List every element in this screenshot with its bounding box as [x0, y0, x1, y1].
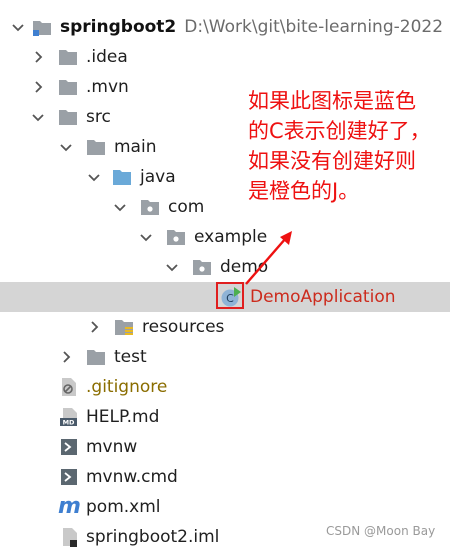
tree-row-example[interactable]: example: [0, 222, 450, 252]
project-path: D:\Work\git\bite-learning-2022: [184, 17, 444, 37]
chevron-down-icon[interactable]: [30, 109, 46, 125]
tree-label-demo: demo: [220, 257, 269, 277]
tree-label-mvnw-cmd: mvnw.cmd: [86, 467, 178, 487]
module-file-icon: [63, 528, 77, 547]
folder-icon: [87, 140, 105, 155]
tree-label-example: example: [194, 227, 268, 247]
package-icon: [167, 230, 185, 245]
tree-label-gitignore: .gitignore: [86, 377, 168, 397]
tree-row-idea[interactable]: .idea: [0, 42, 450, 72]
tree-label-mvnw: mvnw: [86, 437, 138, 457]
tree-label-pom: pom.xml: [86, 497, 161, 517]
chevron-down-icon[interactable]: [58, 139, 74, 155]
source-folder-icon: [113, 170, 131, 185]
markdown-file-icon: MD: [60, 408, 77, 427]
folder-icon: [59, 110, 77, 125]
tree-label-resources: resources: [142, 317, 225, 337]
tree-row-root[interactable]: springboot2 D:\Work\git\bite-learning-202…: [0, 12, 450, 42]
chevron-down-icon[interactable]: [112, 199, 128, 215]
annotation-line-3: 如果没有创建好则: [248, 149, 416, 173]
tree-row-demo[interactable]: demo: [0, 252, 450, 282]
tree-row-gitignore[interactable]: .gitignore: [0, 372, 450, 402]
md-badge-text: MD: [63, 419, 75, 427]
folder-icon: [59, 80, 77, 95]
tree-row-resources[interactable]: resources: [0, 312, 450, 342]
tree-label-src: src: [86, 107, 111, 127]
tree-row-pom[interactable]: m pom.xml: [0, 492, 450, 522]
tree-label-iml: springboot2.iml: [86, 527, 220, 547]
tree-label-main: main: [114, 137, 157, 157]
chevron-down-icon[interactable]: [138, 229, 154, 245]
package-icon: [193, 260, 211, 275]
gitignore-file-icon: [62, 378, 76, 396]
maven-pom-icon: m: [58, 494, 81, 519]
annotation-line-4: 是橙色的J。: [248, 179, 360, 203]
folder-icon: [87, 350, 105, 365]
highlight-box: [216, 282, 244, 309]
tree-label-mvn: .mvn: [86, 77, 129, 97]
tree-label-test: test: [114, 347, 147, 367]
tree-row-mvnw[interactable]: mvnw: [0, 432, 450, 462]
shell-script-icon: [61, 439, 77, 455]
tree-row-test[interactable]: test: [0, 342, 450, 372]
tree-label-idea: .idea: [86, 47, 128, 67]
chevron-right-icon[interactable]: [58, 349, 74, 365]
annotation-line-2: 的C表示创建好了，: [248, 119, 431, 143]
chevron-down-icon[interactable]: [164, 259, 180, 275]
chevron-right-icon[interactable]: [86, 319, 102, 335]
tree-label-help-md: HELP.md: [86, 407, 160, 427]
package-icon: [141, 200, 159, 215]
project-module-icon: [33, 21, 51, 36]
tree-label-com: com: [168, 197, 205, 217]
annotation-text: 如果此图标是蓝色 的C表示创建好了， 如果没有创建好则 是橙色的J。: [248, 86, 448, 206]
tree-label-java: java: [140, 167, 176, 187]
tree-row-help-md[interactable]: MD HELP.md: [0, 402, 450, 432]
chevron-right-icon[interactable]: [30, 49, 46, 65]
folder-icon: [59, 50, 77, 65]
watermark: CSDN @Moon Bay: [326, 524, 436, 538]
chevron-down-icon[interactable]: [10, 19, 26, 35]
tree-row-mvnw-cmd[interactable]: mvnw.cmd: [0, 462, 450, 492]
annotation-line-1: 如果此图标是蓝色: [248, 89, 416, 113]
chevron-down-icon[interactable]: [86, 169, 102, 185]
resources-folder-icon: [115, 320, 133, 335]
project-name: springboot2: [60, 17, 177, 37]
batch-script-icon: [61, 469, 77, 485]
tree-label-demo-application: DemoApplication: [250, 287, 396, 307]
chevron-right-icon[interactable]: [30, 79, 46, 95]
